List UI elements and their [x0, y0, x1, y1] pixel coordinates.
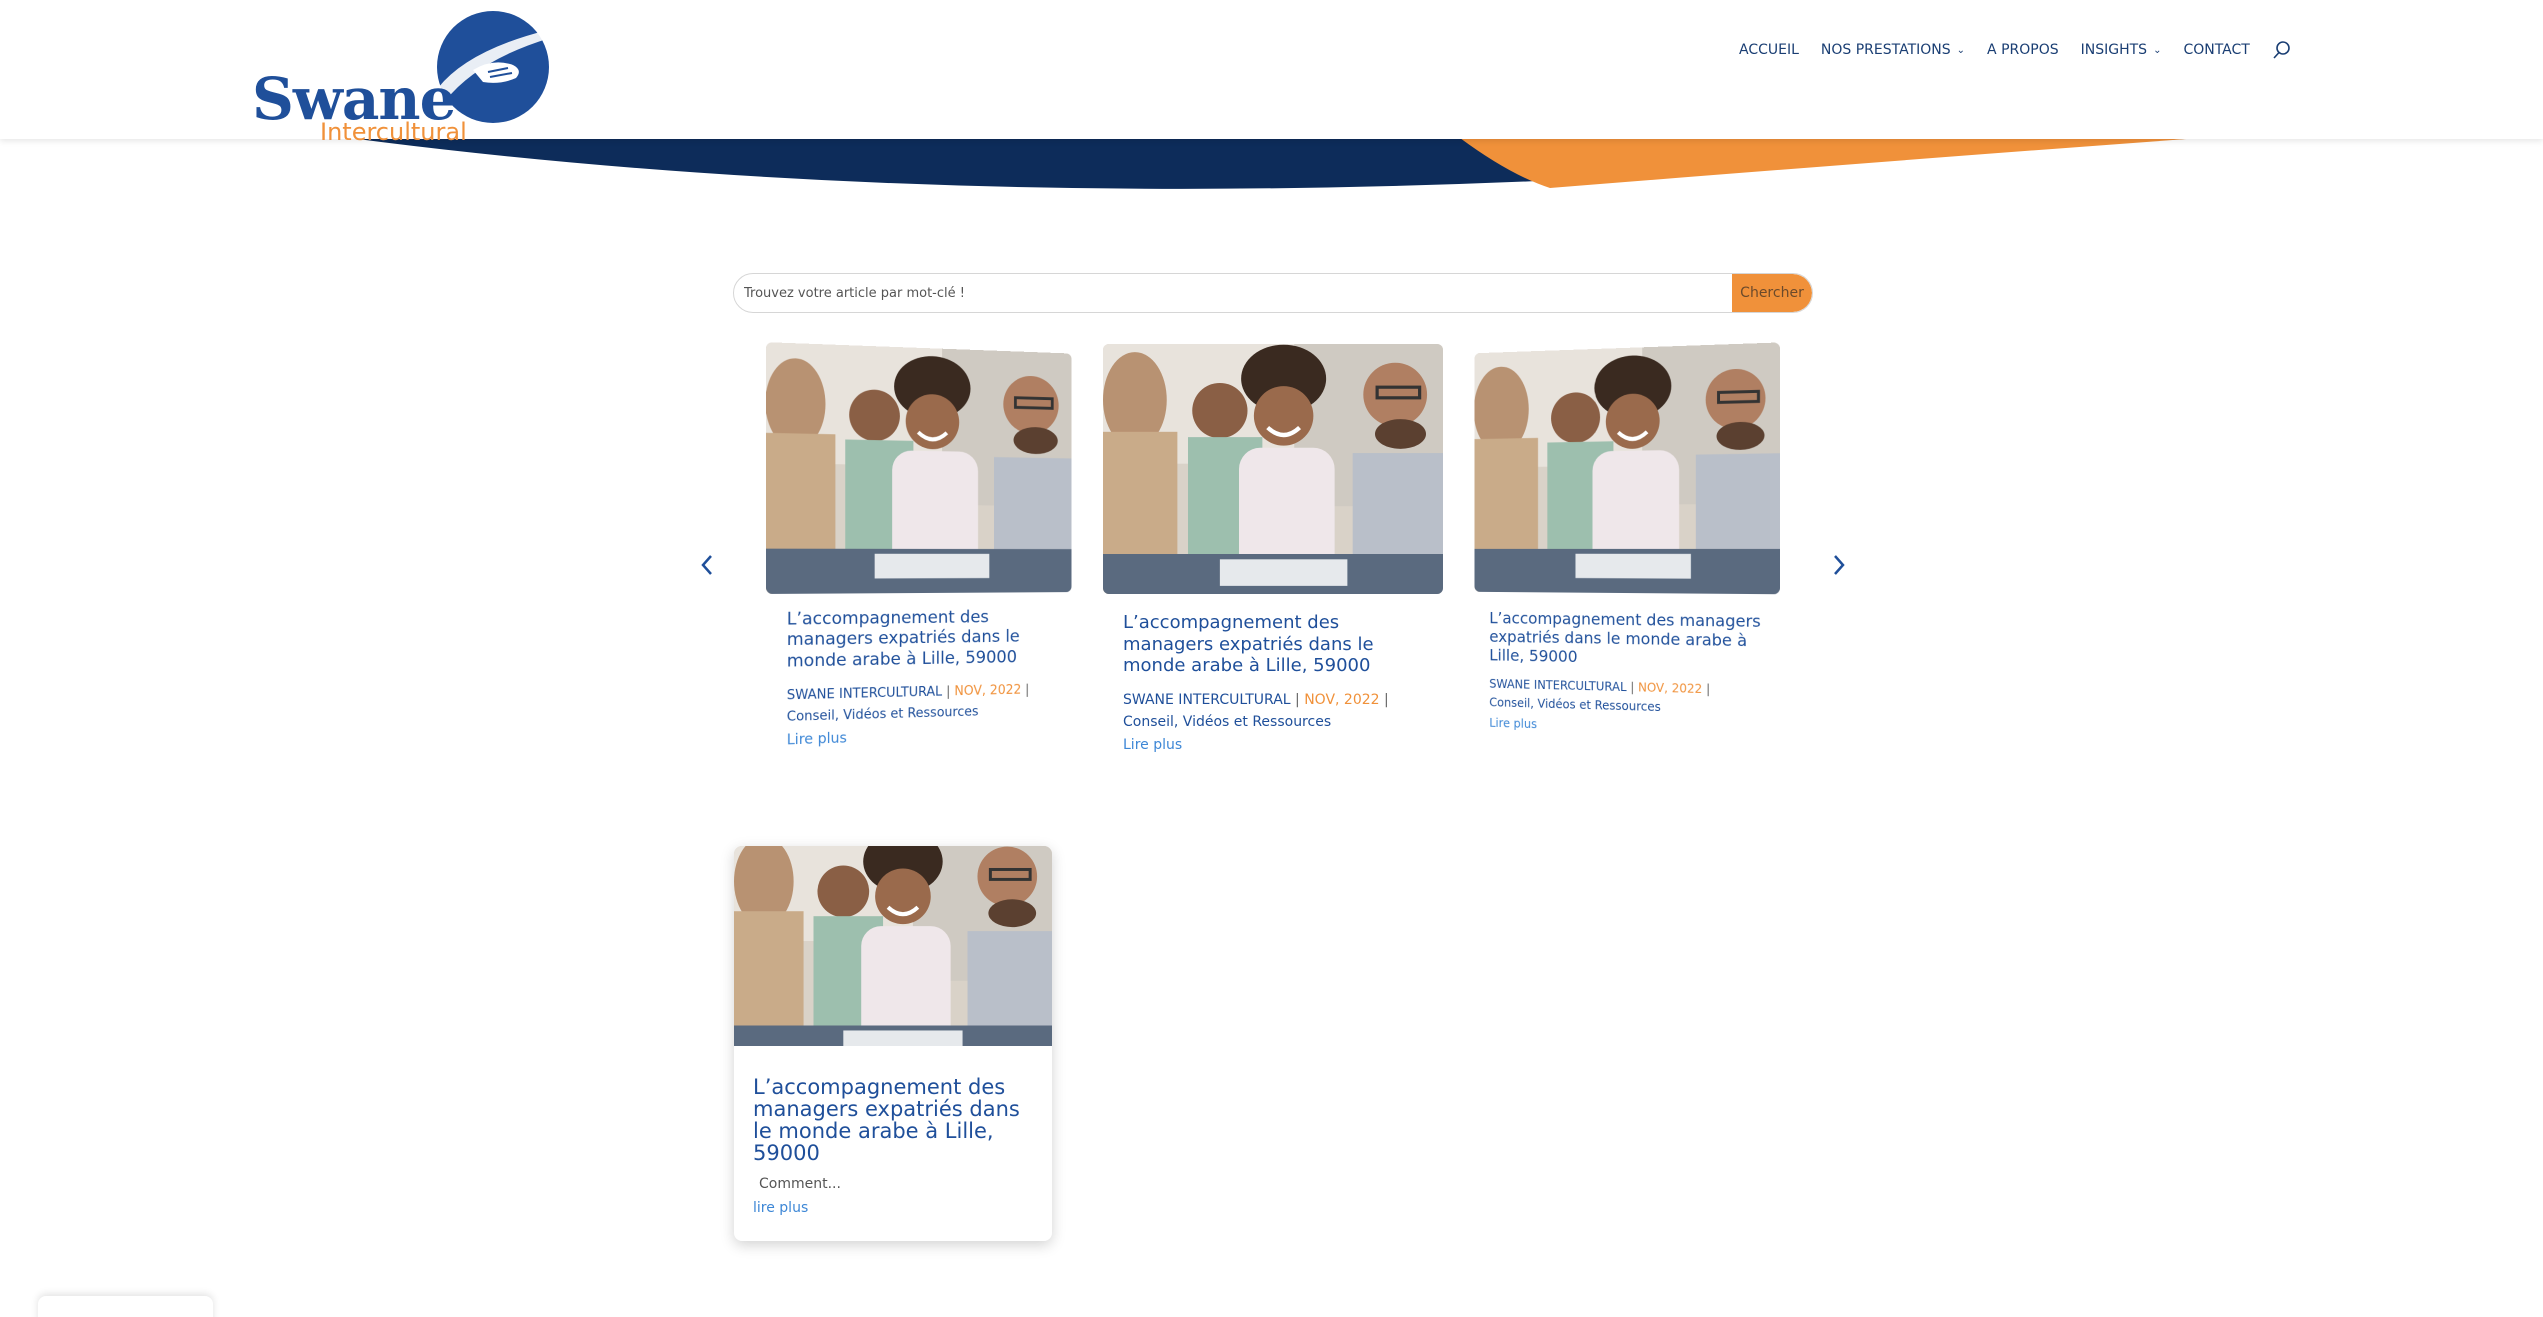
meta-separator: | — [946, 684, 951, 700]
carousel-slide[interactable]: L’accompagnement des managers expatriés … — [766, 342, 1072, 774]
nav-item-nos-prestations[interactable]: NOS PRESTATIONS ⌄ — [1821, 42, 1965, 58]
article-author[interactable]: SWANE INTERCULTURAL — [787, 685, 942, 704]
article-search: Chercher — [733, 273, 1813, 313]
carousel-slide-active[interactable]: L’accompagnement des managers expatriés … — [1103, 344, 1443, 774]
carousel-slide[interactable]: L’accompagnement des managers expatriés … — [1474, 342, 1780, 754]
main-nav: ACCUEIL NOS PRESTATIONS ⌄ A PROPOS INSIGH… — [1739, 38, 2292, 62]
search-button[interactable]: Chercher — [1732, 274, 1812, 312]
article-image[interactable] — [1103, 344, 1443, 594]
article-card[interactable]: L’accompagnement des managers expatriés … — [734, 846, 1052, 1241]
article-category[interactable]: Conseil, Vidéos et Ressources — [1489, 695, 1661, 714]
article-title[interactable]: L’accompagnement des managers expatriés … — [1123, 612, 1433, 677]
chevron-down-icon: ⌄ — [2153, 44, 2162, 56]
floating-widget-tab[interactable] — [38, 1296, 213, 1317]
read-more-link[interactable]: Lire plus — [1489, 716, 1537, 731]
logo-subtitle: Intercultural — [320, 118, 467, 146]
article-meta: SWANE INTERCULTURAL | NOV, 2022 | Consei… — [787, 680, 1065, 729]
article-image[interactable] — [734, 846, 1052, 1046]
article-title[interactable]: L’accompagnement des managers expatriés … — [753, 1076, 1043, 1164]
nav-label: INSIGHTS — [2080, 42, 2148, 58]
nav-item-a-propos[interactable]: A PROPOS — [1987, 42, 2059, 58]
nav-label: CONTACT — [2183, 42, 2250, 58]
read-more-link[interactable]: lire plus — [753, 1200, 808, 1216]
article-category[interactable]: Conseil, Vidéos et Ressources — [787, 705, 979, 725]
article-date: NOV, 2022 — [1638, 679, 1703, 696]
chevron-down-icon: ⌄ — [1956, 44, 1966, 56]
nav-item-accueil[interactable]: ACCUEIL — [1739, 42, 1799, 58]
search-icon[interactable] — [2272, 40, 2292, 60]
article-author[interactable]: SWANE INTERCULTURAL — [1489, 676, 1626, 693]
search-input[interactable] — [734, 274, 1732, 312]
meta-separator: | — [1706, 681, 1711, 696]
chevron-right-icon[interactable] — [1827, 548, 1851, 582]
nav-item-contact[interactable]: CONTACT — [2183, 42, 2249, 58]
nav-item-insights[interactable]: INSIGHTS ⌄ — [2081, 42, 2162, 58]
article-date: NOV, 2022 — [954, 682, 1022, 700]
article-meta: SWANE INTERCULTURAL | NOV, 2022 | Consei… — [1123, 689, 1433, 734]
article-author[interactable]: SWANE INTERCULTURAL — [1123, 692, 1291, 708]
logo[interactable]: Swane Intercultural — [250, 10, 550, 146]
read-more-link[interactable]: Lire plus — [1123, 737, 1182, 753]
article-title[interactable]: L’accompagnement des managers expatriés … — [1489, 609, 1773, 671]
article-date: NOV, 2022 — [1304, 691, 1380, 708]
article-excerpt: Comment... — [759, 1176, 841, 1192]
article-category[interactable]: Conseil, Vidéos et Ressources — [1123, 714, 1331, 730]
meta-separator: | — [1384, 691, 1389, 708]
chevron-left-icon[interactable] — [695, 548, 719, 582]
meta-separator: | — [1025, 682, 1030, 698]
read-more-link[interactable]: Lire plus — [787, 730, 847, 748]
nav-label: A PROPOS — [1987, 42, 2059, 58]
article-meta: SWANE INTERCULTURAL | NOV, 2022 | Consei… — [1489, 674, 1773, 720]
nav-label: NOS PRESTATIONS — [1820, 42, 1951, 58]
meta-separator: | — [1630, 679, 1635, 694]
article-title[interactable]: L’accompagnement des managers expatriés … — [787, 607, 1065, 672]
nav-label: ACCUEIL — [1739, 42, 1799, 58]
meta-separator: | — [1295, 691, 1300, 708]
article-image[interactable] — [1474, 342, 1779, 594]
article-image[interactable] — [766, 342, 1071, 594]
